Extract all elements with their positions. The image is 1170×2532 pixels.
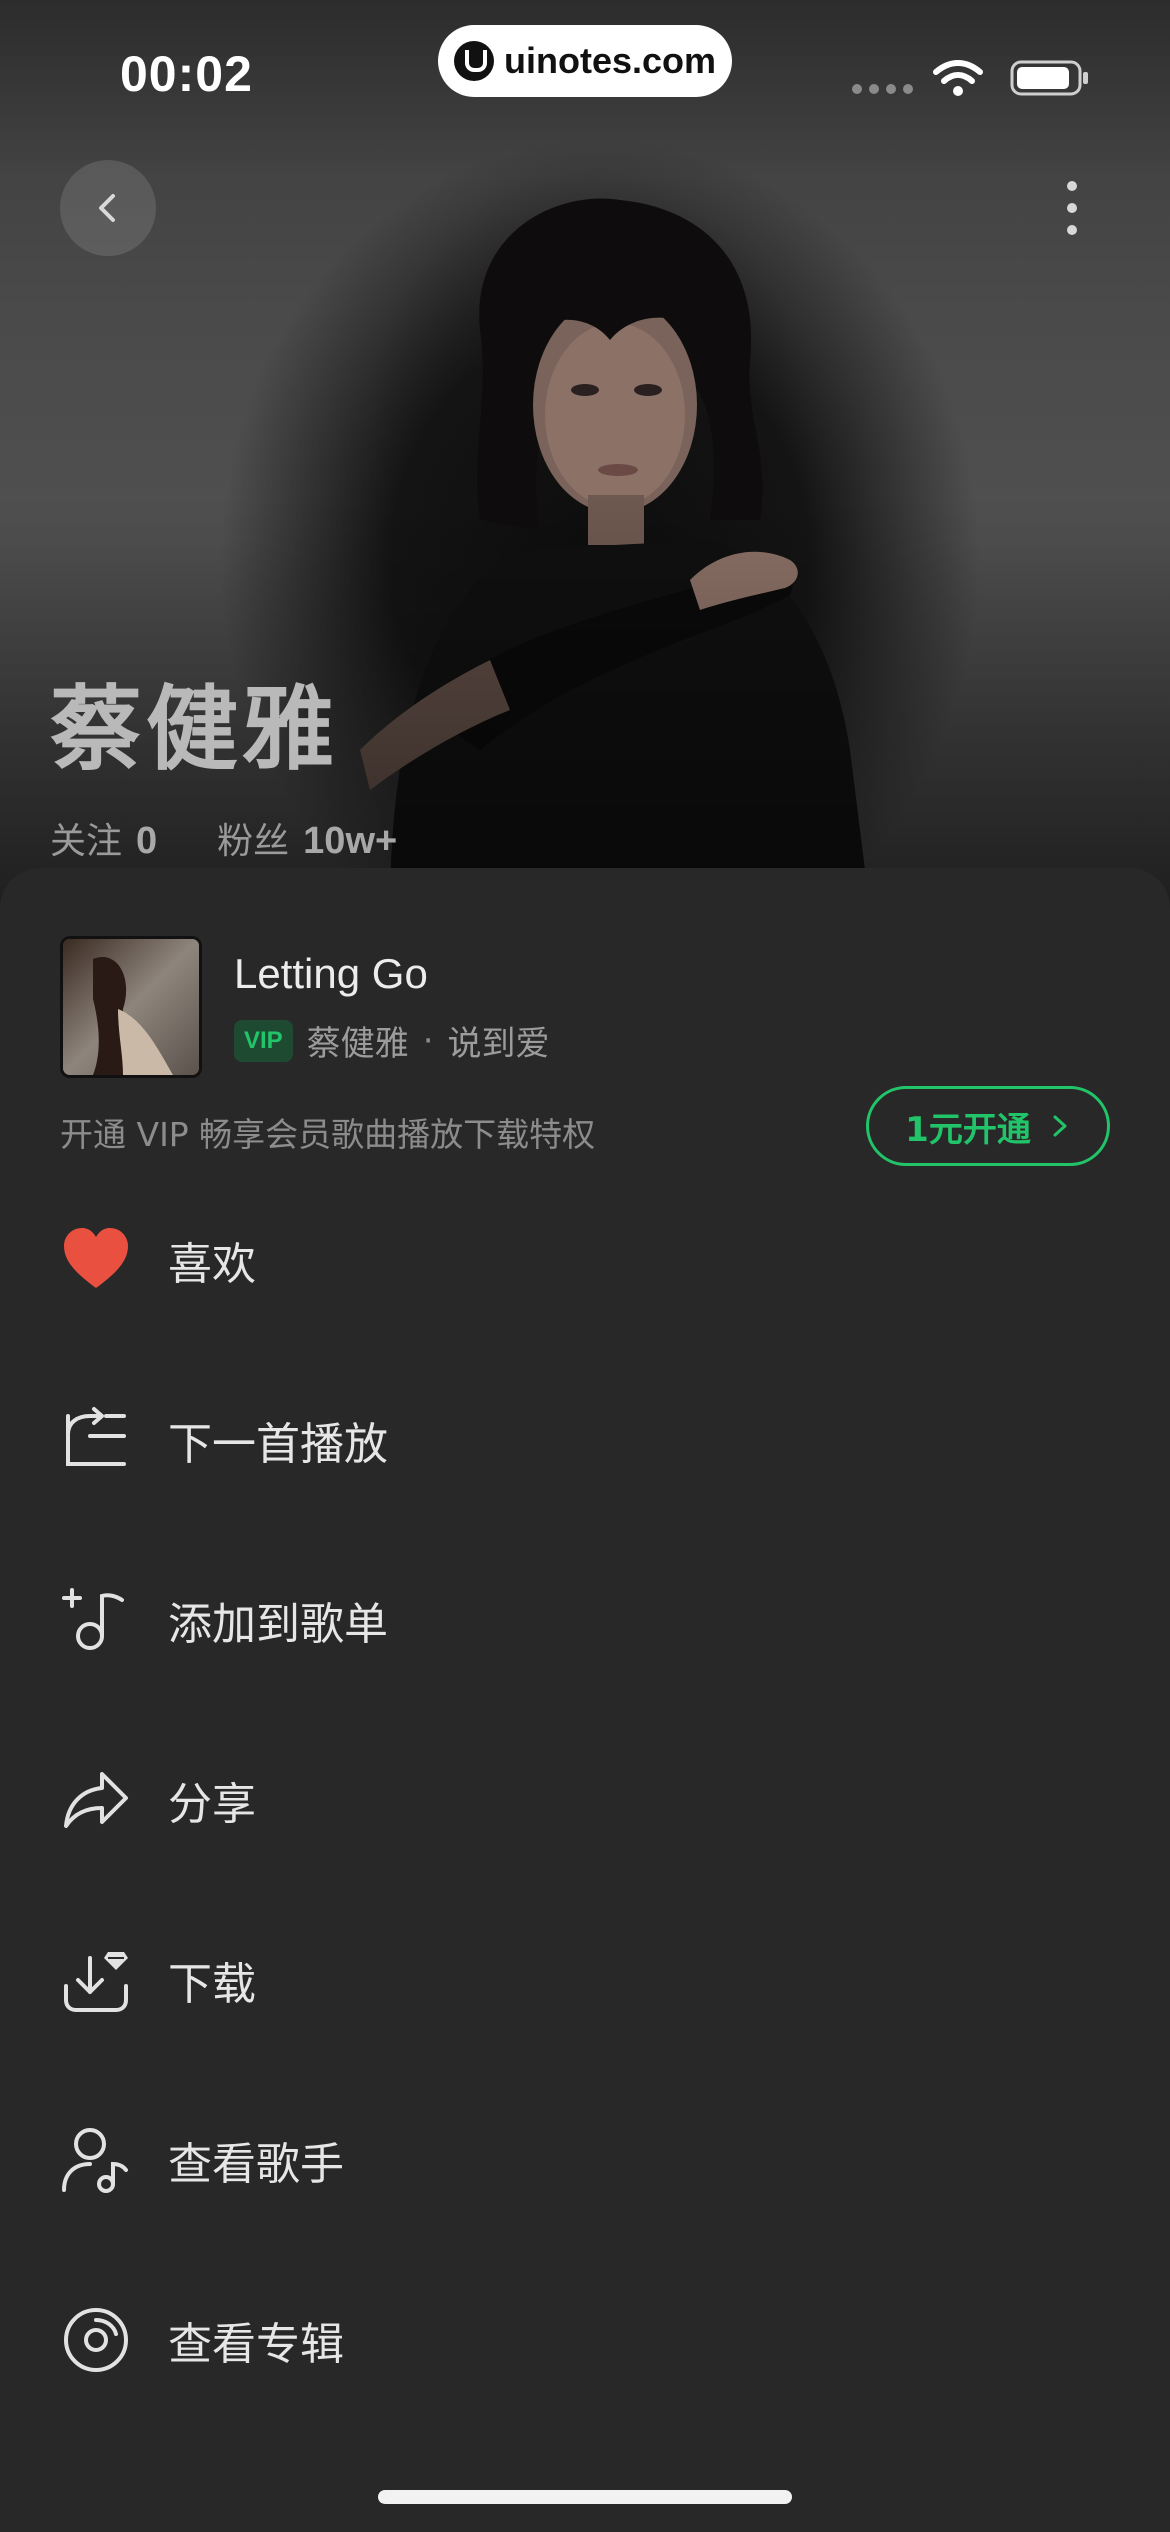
action-label: 查看专辑 bbox=[168, 2319, 344, 2370]
artist-stats: 关注 0 粉丝 10w+ bbox=[50, 812, 457, 864]
battery-icon bbox=[1010, 60, 1088, 96]
action-add-to-playlist[interactable]: 添加到歌单 bbox=[0, 1530, 1170, 1710]
heart-icon bbox=[64, 1228, 128, 1288]
vip-open-label: 1元开通 bbox=[905, 1109, 1031, 1150]
action-label: 添加到歌单 bbox=[168, 1599, 388, 1650]
home-indicator[interactable] bbox=[378, 2490, 792, 2504]
wifi-icon bbox=[933, 60, 983, 96]
action-download[interactable]: 下载 bbox=[0, 1890, 1170, 2070]
chevron-left-icon bbox=[99, 194, 115, 222]
artist-icon bbox=[62, 2128, 128, 2193]
action-like[interactable]: 喜欢 bbox=[0, 1170, 1170, 1350]
action-label: 下载 bbox=[168, 1959, 256, 2010]
song-album: 说到爱 bbox=[447, 1024, 550, 1064]
vip-open-button[interactable]: 1元开通 bbox=[866, 1086, 1110, 1166]
add-to-playlist-icon bbox=[62, 1588, 124, 1650]
following-label: 关注 bbox=[50, 821, 123, 862]
song-cover-art bbox=[60, 936, 202, 1078]
action-view-album[interactable]: 查看专辑 bbox=[0, 2250, 1170, 2430]
fans-label: 粉丝 bbox=[217, 821, 290, 862]
cellular-signal-icon bbox=[852, 84, 913, 94]
play-next-icon bbox=[66, 1407, 126, 1466]
following-count: 0 bbox=[136, 820, 158, 862]
more-options-button[interactable] bbox=[1040, 170, 1104, 246]
action-label: 分享 bbox=[168, 1779, 256, 1830]
more-vertical-icon bbox=[1067, 181, 1077, 235]
watermark-logo-icon bbox=[454, 41, 494, 81]
action-view-artist[interactable]: 查看歌手 bbox=[0, 2070, 1170, 2250]
album-icon bbox=[64, 2308, 128, 2372]
artist-name: 蔡健雅 bbox=[50, 676, 339, 783]
action-label: 喜欢 bbox=[168, 1239, 256, 1290]
chevron-right-icon bbox=[1053, 1115, 1067, 1137]
vip-promo-text: 开通 VIP 畅享会员歌曲播放下载特权 bbox=[60, 1115, 596, 1154]
action-label: 下一首播放 bbox=[168, 1419, 388, 1470]
download-icon bbox=[64, 1952, 128, 2012]
song-meta: VIP 蔡健雅 · 说到爱 bbox=[234, 1016, 550, 1065]
watermark-text: uinotes.com bbox=[504, 40, 717, 81]
back-button[interactable] bbox=[60, 160, 156, 256]
song-options-sheet: Letting Go VIP 蔡健雅 · 说到爱 开通 VIP 畅享会员歌曲播放… bbox=[0, 868, 1170, 2532]
status-time: 00:02 bbox=[120, 46, 253, 102]
action-label: 查看歌手 bbox=[168, 2139, 344, 2190]
song-title: Letting Go bbox=[234, 950, 428, 997]
watermark-pill: uinotes.com bbox=[438, 25, 732, 97]
status-bar: 00:02 uinotes.com bbox=[0, 0, 1170, 140]
song-artist: 蔡健雅 bbox=[306, 1024, 409, 1064]
vip-badge: VIP bbox=[234, 1019, 293, 1062]
share-icon bbox=[64, 1772, 128, 1828]
fans-count: 10w+ bbox=[303, 820, 398, 862]
action-share[interactable]: 分享 bbox=[0, 1710, 1170, 1890]
action-play-next[interactable]: 下一首播放 bbox=[0, 1350, 1170, 1530]
meta-separator: · bbox=[422, 1020, 434, 1061]
